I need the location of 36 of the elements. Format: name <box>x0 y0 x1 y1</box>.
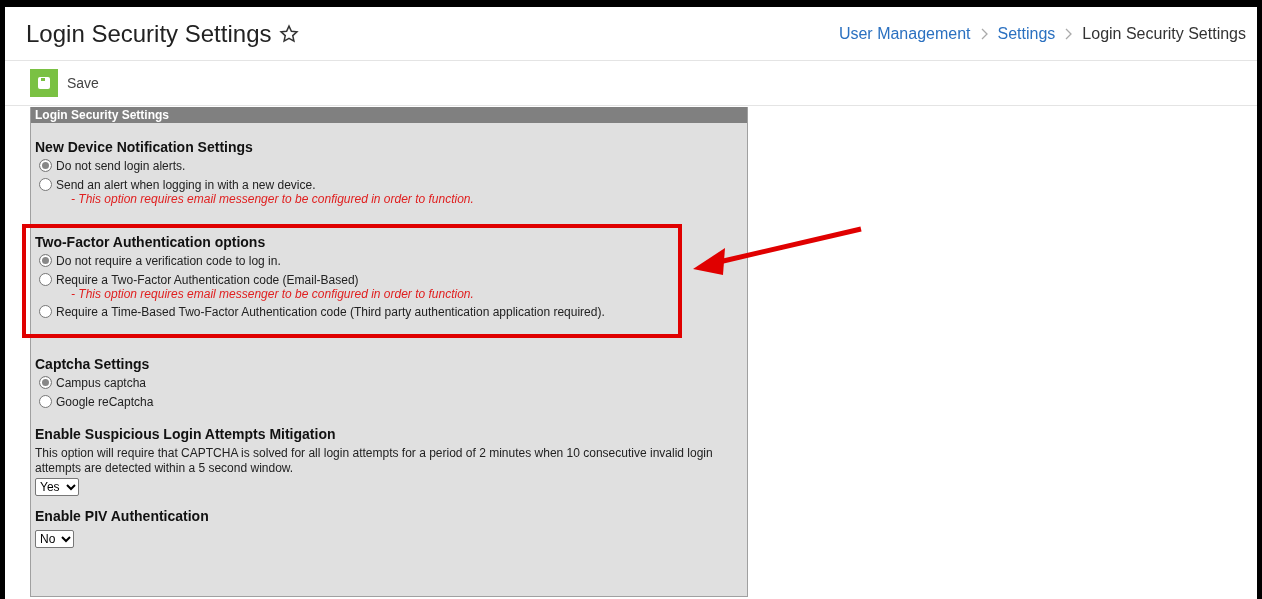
radio-button[interactable] <box>39 178 52 191</box>
option-label: Google reCaptcha <box>56 395 154 409</box>
section-heading: New Device Notification Settings <box>35 139 254 155</box>
radio-button[interactable] <box>39 395 52 408</box>
option-label: Do not require a verification code to log in. <box>56 254 281 268</box>
save-icon <box>30 69 58 97</box>
save-button[interactable]: Save <box>30 69 99 97</box>
option-label: Do not send login alerts. <box>56 159 186 173</box>
option-label: Send an alert when logging in with a new device. <box>56 178 316 192</box>
radio-button[interactable] <box>39 376 52 389</box>
panel-header: Login Security Settings <box>31 107 747 123</box>
radio-button[interactable] <box>39 305 52 318</box>
chevron-down-icon <box>65 483 76 491</box>
warning-note: - This option requires email messenger to be configured in order to function. <box>71 287 475 301</box>
radio-button[interactable] <box>39 273 52 286</box>
star-icon[interactable] <box>279 23 300 44</box>
breadcrumb-link[interactable]: User Management <box>838 24 971 43</box>
breadcrumb-text: Login Security Settings <box>1082 24 1246 43</box>
section-heading: Two-Factor Authentication options <box>35 234 267 250</box>
chevron-icon <box>980 27 988 40</box>
option-label: Require a Time-Based Two-Factor Authentication code (Third party authentication application required). <box>56 305 605 319</box>
chevron-icon <box>1065 27 1073 40</box>
option-label: Require a Two-Factor Authentication code (Email-Based) <box>56 273 359 287</box>
breadcrumb-link[interactable]: Settings <box>997 24 1056 43</box>
dropdown[interactable]: No <box>35 530 75 548</box>
chevron-down-icon <box>61 535 72 543</box>
radio-button[interactable] <box>39 254 52 267</box>
section-heading: Enable PIV Authentication <box>35 508 210 524</box>
radio-button[interactable] <box>39 159 52 172</box>
dropdown[interactable]: Yes <box>35 478 79 496</box>
option-label: Campus captcha <box>56 376 147 390</box>
description-text: This option will require that CAPTCHA is solved for all login attempts for a period of 2 minutes when 10 consecutive invalid login attempts are detected within a 5 second window. <box>35 446 714 476</box>
section-heading: Captcha Settings <box>35 356 151 372</box>
section-heading: Enable Suspicious Login Attempts Mitigation <box>35 426 337 442</box>
page-title: Login Security Settings <box>26 19 272 48</box>
warning-note: - This option requires email messenger to be configured in order to function. <box>71 192 475 206</box>
